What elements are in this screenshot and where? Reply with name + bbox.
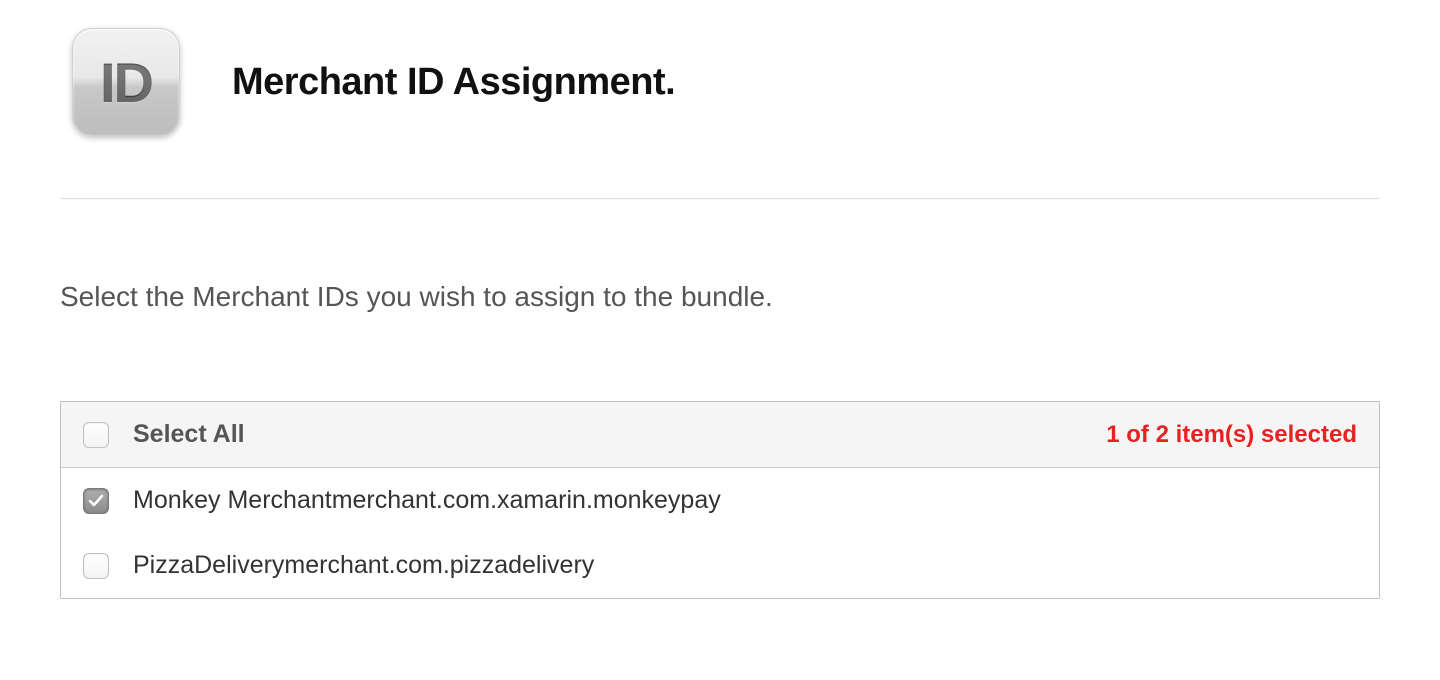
select-all-checkbox[interactable] [83,422,109,448]
merchant-table: Select All 1 of 2 item(s) selected Monke… [60,401,1380,599]
row-label: Monkey Merchantmerchant.com.xamarin.monk… [133,486,721,515]
table-row: PizzaDeliverymerchant.com.pizzadelivery [61,533,1379,598]
row-checkbox[interactable] [83,553,109,579]
check-icon [88,493,104,509]
select-all-label: Select All [133,420,1106,449]
page-title: Merchant ID Assignment. [232,61,675,104]
header-divider [60,198,1380,199]
row-checkbox[interactable] [83,488,109,514]
table-row: Monkey Merchantmerchant.com.xamarin.monk… [61,468,1379,533]
row-label: PizzaDeliverymerchant.com.pizzadelivery [133,551,594,580]
page-container: ID Merchant ID Assignment. Select the Me… [0,0,1440,599]
page-header: ID Merchant ID Assignment. [60,28,1380,198]
selection-count: 1 of 2 item(s) selected [1106,421,1357,449]
id-icon-text: ID [100,50,152,115]
id-icon: ID [72,28,180,136]
instruction-text: Select the Merchant IDs you wish to assi… [60,281,1380,313]
table-header-row: Select All 1 of 2 item(s) selected [61,402,1379,468]
